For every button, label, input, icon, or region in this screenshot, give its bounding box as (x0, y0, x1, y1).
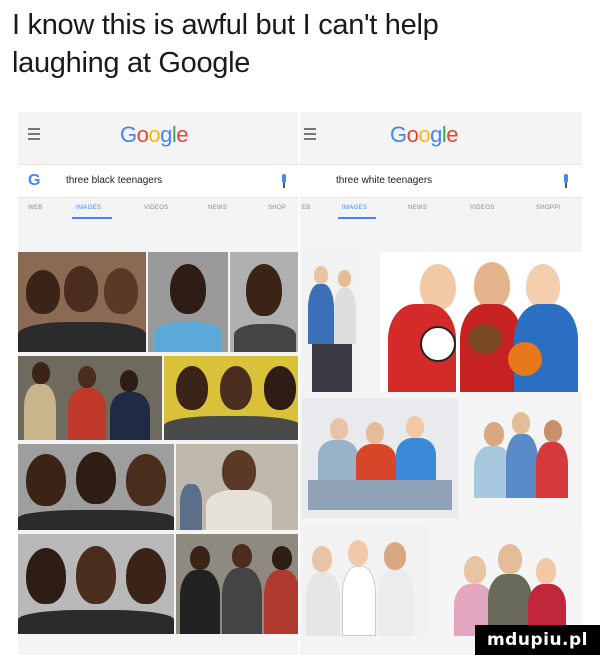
hamburger-icon[interactable] (304, 128, 316, 140)
active-tab-indicator (338, 217, 376, 219)
tab-shop[interactable]: SHOP (268, 205, 286, 211)
image-result[interactable] (380, 252, 582, 392)
image-result[interactable] (148, 252, 228, 352)
caption-line-1: I know this is awful but I can't help (12, 9, 439, 41)
hamburger-icon[interactable] (28, 128, 40, 140)
google-logo[interactable]: Google (390, 122, 459, 148)
search-bar[interactable]: G three black teenagers (18, 164, 300, 198)
image-result[interactable] (164, 356, 300, 440)
tab-web[interactable]: WEB (28, 205, 43, 211)
image-result[interactable] (466, 398, 576, 518)
site-watermark: mdupiu.pl (475, 625, 600, 655)
image-result[interactable] (18, 356, 162, 440)
search-tabs: EB IMAGES NEWS VIDEOS SHOPPI (300, 198, 582, 220)
tab-news[interactable]: NEWS (408, 205, 427, 211)
tab-shopping[interactable]: SHOPPI (536, 205, 560, 211)
tab-videos[interactable]: VIDEOS (144, 205, 168, 211)
microphone-icon[interactable] (280, 174, 288, 188)
image-result[interactable] (440, 526, 582, 636)
tab-images[interactable]: IMAGES (76, 205, 101, 211)
search-query[interactable]: three white teenagers (336, 175, 432, 186)
image-results-grid (300, 252, 582, 655)
search-bar[interactable]: three white teenagers (300, 164, 582, 198)
tab-news[interactable]: NEWS (208, 205, 227, 211)
right-search-screenshot: Google three white teenagers EB IMAGES N… (300, 112, 582, 655)
left-search-screenshot: Google G three black teenagers WEB IMAGE… (18, 112, 300, 655)
active-tab-indicator (72, 217, 112, 219)
google-top-bar: Google (300, 112, 582, 164)
image-result[interactable] (302, 398, 458, 518)
google-logo[interactable]: Google (120, 122, 189, 148)
search-tabs: WEB IMAGES VIDEOS NEWS SHOP (18, 198, 300, 220)
image-result[interactable] (176, 534, 300, 634)
image-result[interactable] (302, 252, 362, 392)
google-g-icon: G (28, 172, 41, 189)
image-result[interactable] (176, 444, 300, 530)
image-result[interactable] (18, 444, 174, 530)
meme-caption: I know this is awful but I can't help la… (12, 6, 572, 82)
tab-images[interactable]: IMAGES (342, 205, 367, 211)
image-results-grid (18, 252, 300, 655)
search-query[interactable]: three black teenagers (66, 175, 162, 186)
image-result[interactable] (302, 526, 428, 636)
image-result[interactable] (230, 252, 300, 352)
google-top-bar: Google (18, 112, 300, 164)
image-result[interactable] (18, 252, 146, 352)
microphone-icon[interactable] (562, 174, 570, 188)
tab-videos[interactable]: VIDEOS (470, 205, 494, 211)
caption-line-2: laughing at Google (12, 47, 251, 79)
tab-web[interactable]: EB (302, 205, 311, 211)
image-result[interactable] (18, 534, 174, 634)
